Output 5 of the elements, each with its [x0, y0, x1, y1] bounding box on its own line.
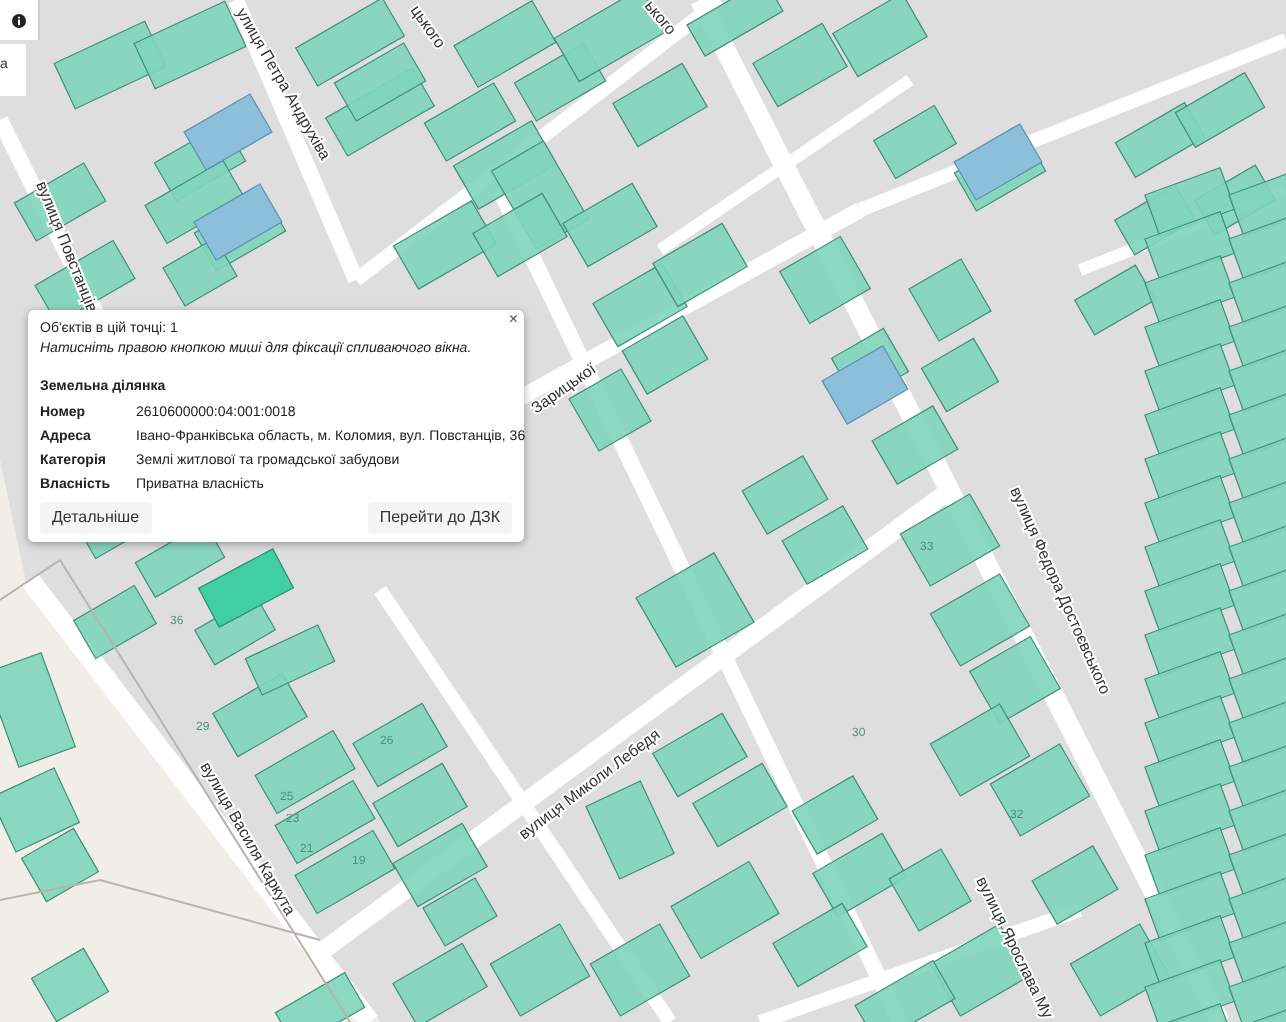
info-icon — [12, 13, 26, 27]
info-button[interactable] — [0, 0, 40, 40]
popup-button[interactable]: Детальніше — [40, 502, 152, 534]
popup-button[interactable]: Перейти до ДЗК — [367, 502, 512, 534]
close-button[interactable]: × — [508, 312, 518, 328]
